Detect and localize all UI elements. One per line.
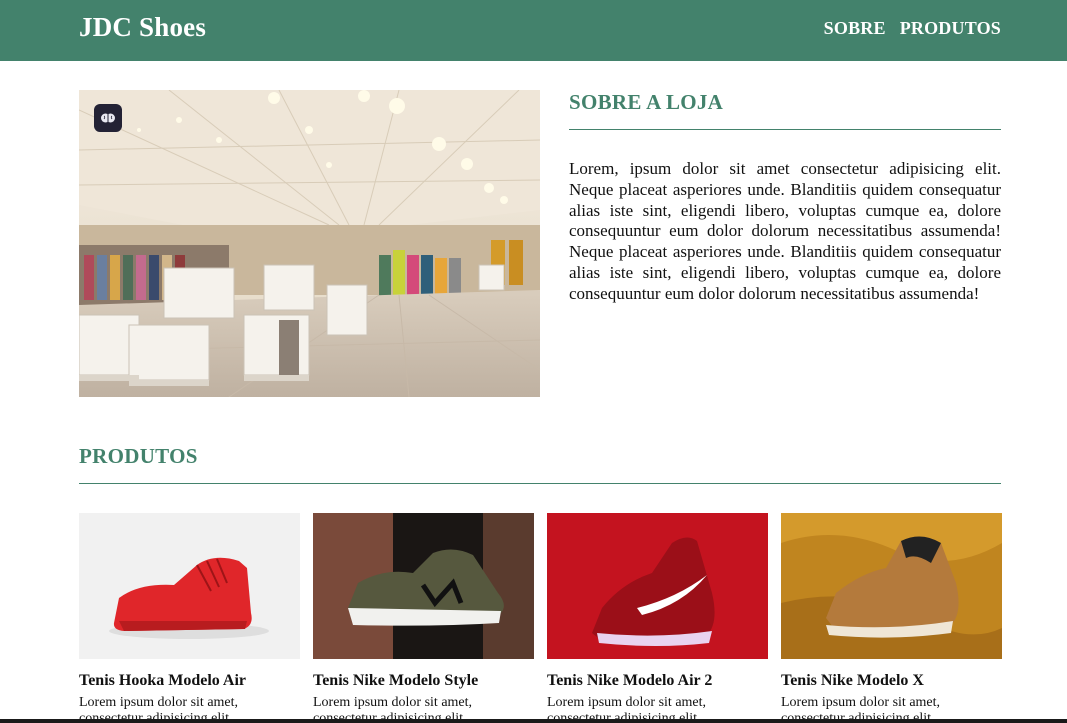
brain-icon[interactable] — [94, 104, 122, 132]
store-photo — [79, 90, 540, 397]
nav-link-produtos[interactable]: PRODUTOS — [900, 18, 1001, 39]
product-image — [781, 513, 1002, 659]
product-name: Tenis Hooka Modelo Air — [79, 672, 246, 689]
about-section: SOBRE A LOJA Lorem, ipsum dolor sit amet… — [569, 90, 1001, 305]
product-card[interactable]: Tenis Nike Modelo X Lorem ipsum dolor si… — [781, 513, 1002, 723]
product-card[interactable]: Tenis Hooka Modelo Air Lorem ipsum dolor… — [79, 513, 300, 723]
product-image — [79, 513, 300, 659]
products-divider — [79, 483, 1001, 484]
nav-link-sobre[interactable]: SOBRE — [824, 18, 886, 39]
main-nav: SOBRE PRODUTOS — [824, 18, 1001, 39]
products-grid: Tenis Hooka Modelo Air Lorem ipsum dolor… — [79, 513, 1002, 723]
product-image — [547, 513, 768, 659]
product-card[interactable]: Tenis Nike Modelo Air 2 Lorem ipsum dolo… — [547, 513, 768, 723]
about-title: SOBRE A LOJA — [569, 90, 724, 114]
site-header: JDC Shoes SOBRE PRODUTOS — [0, 0, 1067, 61]
about-divider — [569, 129, 1001, 130]
product-name: Tenis Nike Modelo X — [781, 672, 924, 689]
store-interior-image — [79, 90, 540, 397]
page: JDC Shoes SOBRE PRODUTOS SOBRE A LOJA Lo… — [0, 0, 1067, 723]
brand-logo[interactable]: JDC Shoes — [79, 12, 206, 43]
product-image — [313, 513, 534, 659]
product-name: Tenis Nike Modelo Air 2 — [547, 672, 713, 689]
about-text: Lorem, ipsum dolor sit amet consectetur … — [569, 159, 1001, 303]
product-name: Tenis Nike Modelo Style — [313, 672, 479, 689]
viewport-bottom-edge — [0, 719, 1067, 723]
products-title: PRODUTOS — [79, 444, 198, 468]
product-card[interactable]: Tenis Nike Modelo Style Lorem ipsum dolo… — [313, 513, 534, 723]
